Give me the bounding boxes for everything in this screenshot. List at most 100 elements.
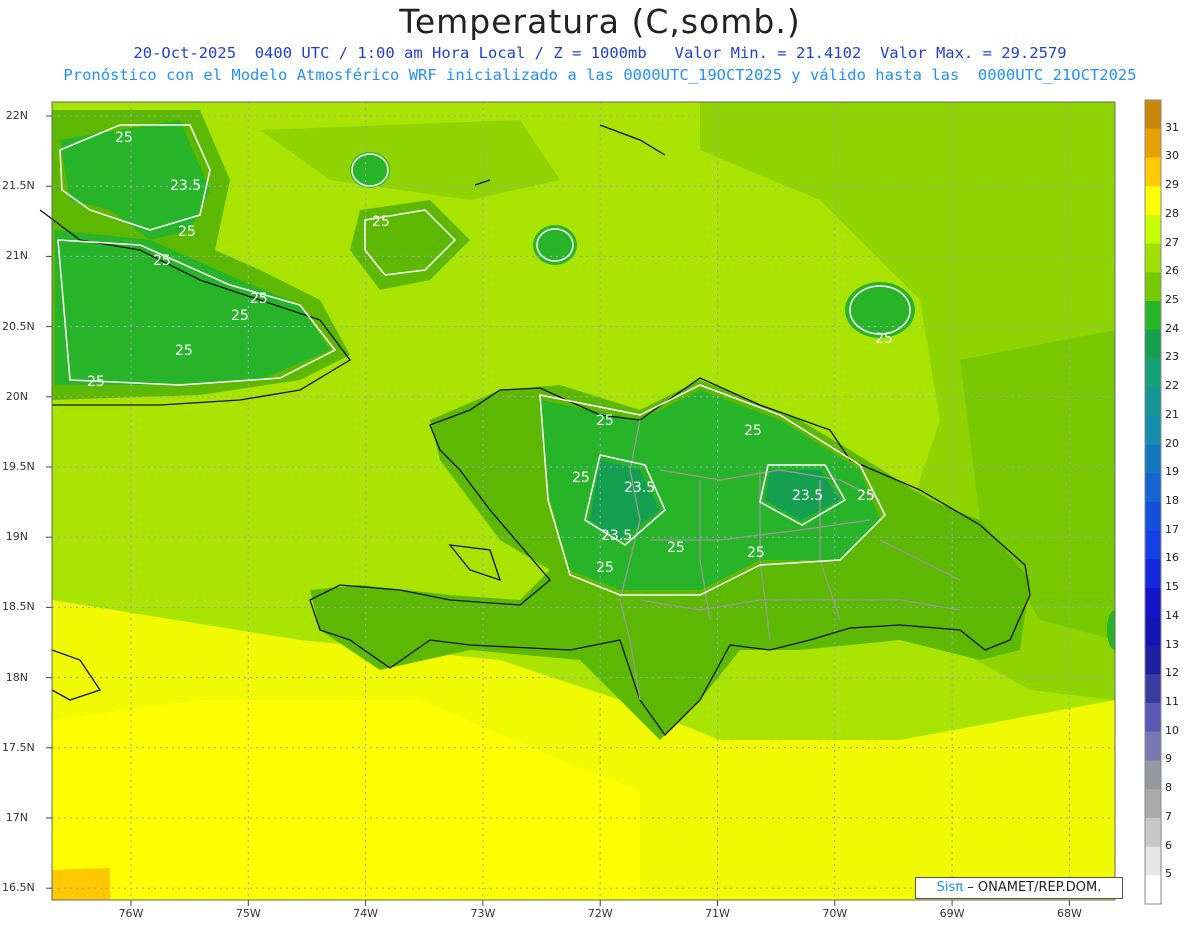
- colorbar-label: 30: [1165, 149, 1179, 163]
- lon-label: 75W: [235, 907, 261, 920]
- lat-label: 17N: [5, 811, 28, 824]
- colorbar-swatch: [1145, 875, 1161, 905]
- lat-label: 21N: [5, 249, 28, 263]
- colorbar-swatch: [1145, 387, 1161, 417]
- contour-label: 25: [115, 130, 133, 146]
- contour-label: 25: [857, 488, 875, 504]
- contour-label: 25: [744, 423, 762, 439]
- lon-label: 69W: [939, 907, 965, 920]
- contour-label: 25: [596, 413, 614, 429]
- colorbar-swatch: [1145, 214, 1161, 245]
- colorbar-swatch: [1145, 674, 1161, 704]
- lat-label: 18N: [5, 670, 28, 684]
- credit-text: – ONAMET/REP.DOM.: [967, 880, 1102, 895]
- colorbar-label: 16: [1165, 551, 1179, 565]
- colorbar-label: 12: [1165, 666, 1179, 680]
- lon-label: 68W: [1056, 907, 1082, 920]
- colorbar-label: 17: [1165, 522, 1179, 536]
- colorbar-swatch: [1145, 559, 1161, 589]
- contour-label: 25: [875, 331, 893, 347]
- colorbar-swatch: [1145, 703, 1161, 733]
- contour-label: 25: [153, 253, 171, 269]
- contour-label: 25: [372, 214, 390, 230]
- lon-label: 70W: [822, 907, 848, 920]
- lat-label: 20.5N: [2, 319, 35, 333]
- colorbar-swatch: [1145, 789, 1161, 819]
- colorbar-swatch: [1145, 502, 1161, 532]
- colorbar-swatch: [1145, 329, 1161, 359]
- colorbar-swatch: [1145, 301, 1161, 331]
- contour-label: 25: [250, 291, 268, 307]
- lat-label: 16.5N: [2, 881, 35, 895]
- colorbar-label: 23: [1165, 350, 1179, 364]
- contour-label: 25: [175, 343, 193, 359]
- colorbar-swatch: [1145, 846, 1161, 876]
- temperature-colorbar: [1144, 99, 1162, 905]
- colorbar-label: 26: [1165, 264, 1179, 278]
- colorbar-swatch: [1145, 444, 1161, 474]
- credit-box: Sisπ – ONAMET/REP.DOM.: [915, 877, 1123, 899]
- colorbar-label: 25: [1165, 293, 1179, 306]
- temperature-map: 25 23.5 25 25 25 25 25 25 25 25 25 25 25…: [39, 99, 1162, 906]
- contour-label: 25: [572, 470, 590, 486]
- lon-label: 72W: [587, 907, 613, 920]
- colorbar-swatch: [1145, 731, 1161, 761]
- shaded-temperature-field: [52, 102, 1115, 900]
- colorbar-label: 14: [1165, 608, 1179, 622]
- colorbar-label: 18: [1165, 494, 1179, 507]
- colorbar-label: 20: [1165, 436, 1179, 450]
- colorbar-label: 7: [1165, 809, 1172, 823]
- colorbar-label: 5: [1165, 867, 1172, 881]
- lat-label: 17.5N: [2, 740, 35, 754]
- colorbar-label: 10: [1165, 723, 1179, 737]
- colorbar-swatch: [1145, 100, 1161, 130]
- colorbar-swatch: [1145, 616, 1161, 647]
- colorbar-label: 31: [1165, 120, 1179, 134]
- colorbar-label: 22: [1165, 379, 1179, 393]
- colorbar-label: 9: [1165, 752, 1172, 766]
- colorbar-label: 24: [1165, 321, 1179, 335]
- colorbar-label: 21: [1165, 407, 1179, 421]
- colorbar-label: 27: [1165, 235, 1179, 249]
- colorbar-swatch: [1145, 473, 1161, 503]
- contour-label: 25: [87, 374, 105, 390]
- contour-label: 23.5: [624, 480, 655, 496]
- lat-label: 18.5N: [2, 600, 35, 614]
- contour-label: 25: [747, 545, 765, 561]
- contour-label: 25: [667, 540, 685, 556]
- colorbar-swatch: [1145, 157, 1161, 187]
- contour-label: 25: [596, 560, 614, 576]
- colorbar-swatch: [1145, 817, 1161, 848]
- colorbar-label: 29: [1165, 178, 1179, 192]
- colorbar-label: 28: [1165, 206, 1179, 220]
- colorbar-swatch: [1145, 358, 1161, 388]
- contour-label: 25: [231, 308, 249, 324]
- lon-label: 73W: [470, 907, 496, 920]
- colorbar-label: 11: [1165, 695, 1179, 708]
- colorbar-label: 8: [1165, 781, 1172, 795]
- contour-label: 25: [178, 224, 196, 240]
- lon-label: 76W: [118, 907, 144, 920]
- colorbar-label: 13: [1165, 637, 1179, 651]
- contour-label: 23.5: [792, 488, 823, 504]
- colorbar-label: 6: [1165, 838, 1172, 852]
- contour-label: 23.5: [601, 528, 632, 544]
- colorbar-swatch: [1145, 760, 1161, 790]
- colorbar-swatch: [1145, 415, 1161, 446]
- contour-label: 23.5: [170, 178, 201, 194]
- colorbar-swatch: [1145, 272, 1161, 302]
- colorbar-swatch: [1145, 243, 1161, 273]
- colorbar-swatch: [1145, 645, 1161, 675]
- colorbar-swatch: [1145, 588, 1161, 618]
- lat-label: 20N: [5, 389, 28, 403]
- lat-label: 22N: [5, 109, 28, 122]
- colorbar-swatch: [1145, 128, 1161, 158]
- lon-label: 74W: [353, 907, 379, 920]
- lon-label: 71W: [705, 907, 730, 920]
- lat-label: 21.5N: [2, 179, 35, 193]
- sispi-logo: Sisπ: [936, 880, 964, 895]
- colorbar-label: 19: [1165, 465, 1179, 479]
- lat-label: 19.5N: [2, 460, 35, 473]
- colorbar-swatch: [1145, 186, 1161, 216]
- colorbar-swatch: [1145, 530, 1161, 560]
